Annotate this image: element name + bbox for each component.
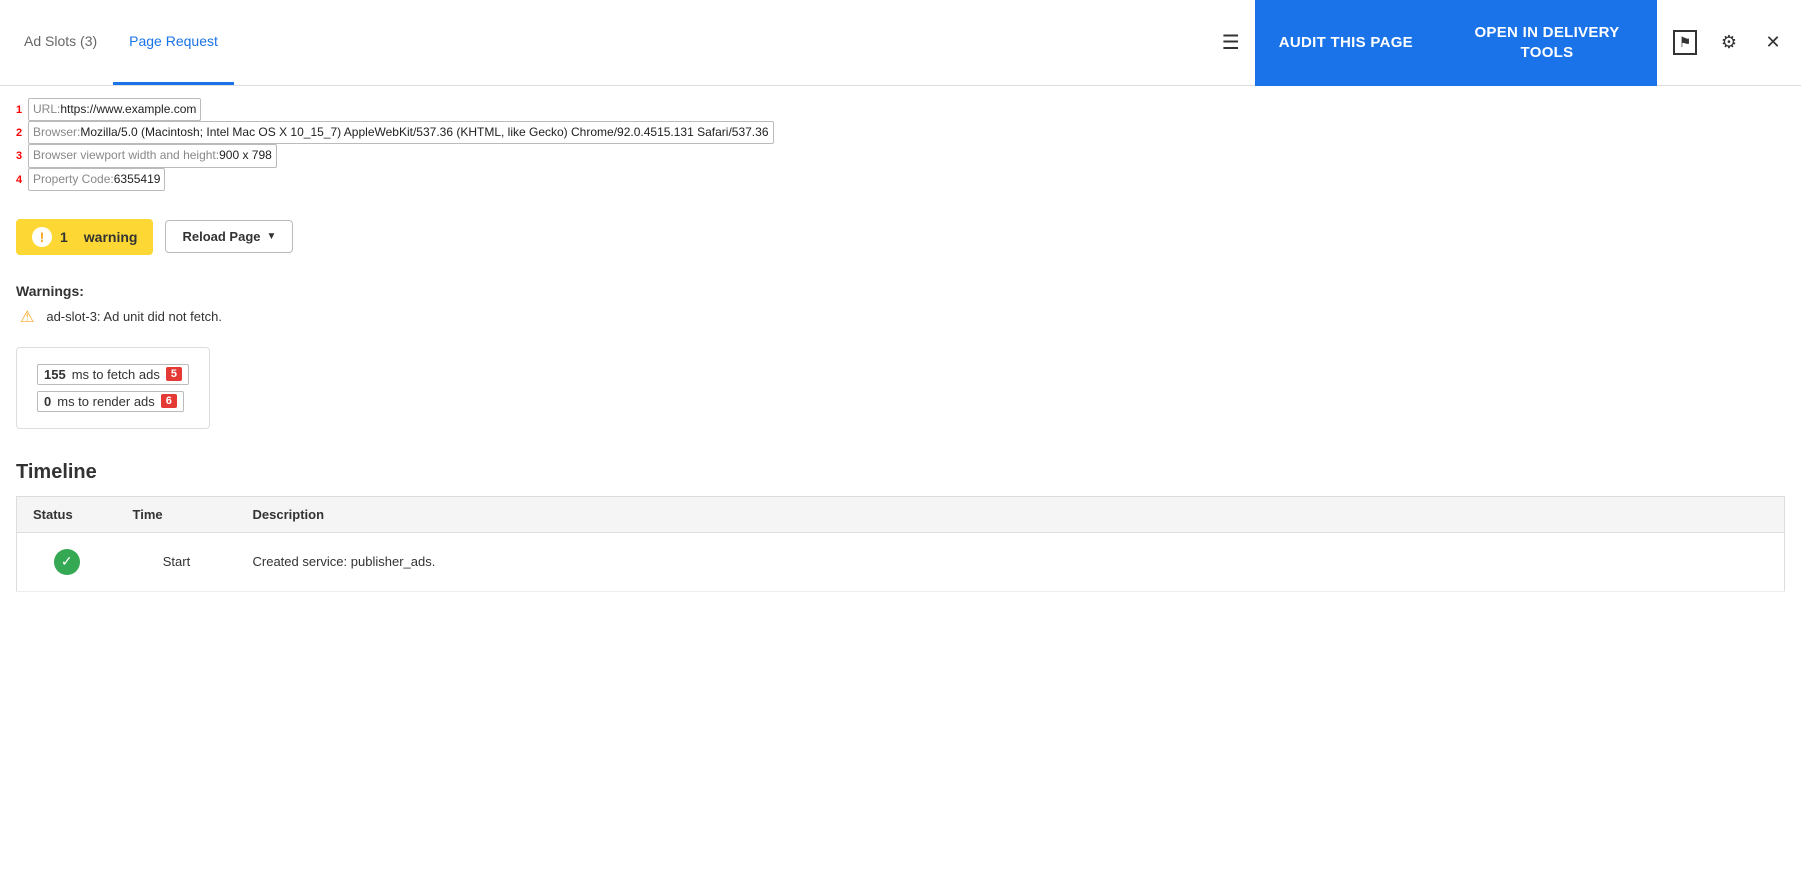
warnings-title: Warnings: [16, 283, 1785, 299]
timeline-description-cell: Created service: publisher_ads. [237, 532, 1785, 591]
col-header-description: Description [237, 496, 1785, 532]
close-icon-button[interactable]: ✕ [1753, 23, 1793, 63]
warning-count: 1 [60, 229, 68, 245]
info-row-3: 3 Browser viewport width and height: 900… [16, 144, 1785, 167]
info-row-1: 1 URL: https://www.example.com [16, 98, 1785, 121]
render-ms-label: ms to render ads [57, 394, 155, 409]
fetch-badge: 5 [166, 367, 182, 381]
gear-icon: ⚙ [1721, 32, 1737, 53]
fetch-stat-box: 155 ms to fetch ads 5 [37, 364, 189, 385]
toolbar-icons: ⚑ ⚙ ✕ [1657, 23, 1801, 63]
feedback-icon-button[interactable]: ⚑ [1665, 23, 1705, 63]
reload-page-button[interactable]: Reload Page ▼ [165, 220, 293, 253]
render-ms-value: 0 [44, 394, 51, 409]
warning-item-message: ad-slot-3: Ad unit did not fetch. [46, 309, 222, 324]
info-row-4: 4 Property Code: 6355419 [16, 168, 1785, 191]
tab-bar: Ad Slots (3) Page Request [0, 0, 234, 85]
open-in-delivery-tools-button[interactable]: OPEN IN DELIVERY TOOLS [1437, 0, 1657, 86]
warning-item-icon: ⚠ [20, 307, 34, 327]
table-row: ✓ Start Created service: publisher_ads. [17, 532, 1785, 591]
fetch-ms-label: ms to fetch ads [72, 367, 160, 382]
main-content: 1 URL: https://www.example.com 2 Browser… [0, 86, 1801, 604]
settings-icon-button[interactable]: ⚙ [1709, 23, 1749, 63]
fetch-ms-value: 155 [44, 367, 66, 382]
col-header-time: Time [117, 496, 237, 532]
green-check-icon: ✓ [54, 549, 80, 575]
render-stat-box: 0 ms to render ads 6 [37, 391, 184, 412]
timeline-time-cell: Start [117, 532, 237, 591]
info-row-2: 2 Browser: Mozilla/5.0 (Macintosh; Intel… [16, 121, 1785, 144]
warning-badge-icon: ! [32, 227, 52, 247]
warning-item: ⚠ ad-slot-3: Ad unit did not fetch. [20, 307, 1785, 327]
render-stat-row: 0 ms to render ads 6 [37, 391, 189, 412]
stats-box: 155 ms to fetch ads 5 0 ms to render ads… [16, 347, 210, 429]
timeline-header-row: Status Time Description [17, 496, 1785, 532]
warning-label: warning [84, 229, 138, 245]
tab-ad-slots[interactable]: Ad Slots (3) [8, 0, 113, 85]
warning-section: ! 1 warning Reload Page ▼ [16, 219, 1785, 255]
audit-this-page-button[interactable]: AUDIT THIS PAGE [1255, 0, 1437, 86]
timeline-title: Timeline [16, 461, 1785, 484]
fetch-stat-row: 155 ms to fetch ads 5 [37, 364, 189, 385]
browser-box: Browser: Mozilla/5.0 (Macintosh; Intel M… [28, 121, 774, 144]
timeline-table: Status Time Description ✓ Start Created … [16, 496, 1785, 592]
toolbar: Ad Slots (3) Page Request ☰ AUDIT THIS P… [0, 0, 1801, 86]
render-badge: 6 [161, 394, 177, 408]
property-code-box: Property Code: 6355419 [28, 168, 165, 191]
col-header-status: Status [17, 496, 117, 532]
feedback-icon: ⚑ [1673, 30, 1698, 55]
close-icon: ✕ [1765, 32, 1780, 53]
warning-badge: ! 1 warning [16, 219, 153, 255]
timeline-status-cell: ✓ [17, 532, 117, 591]
hamburger-button[interactable]: ☰ [1207, 19, 1255, 67]
chevron-down-icon: ▼ [267, 231, 277, 242]
viewport-box: Browser viewport width and height: 900 x… [28, 144, 277, 167]
url-box: URL: https://www.example.com [28, 98, 201, 121]
tab-page-request[interactable]: Page Request [113, 0, 234, 85]
